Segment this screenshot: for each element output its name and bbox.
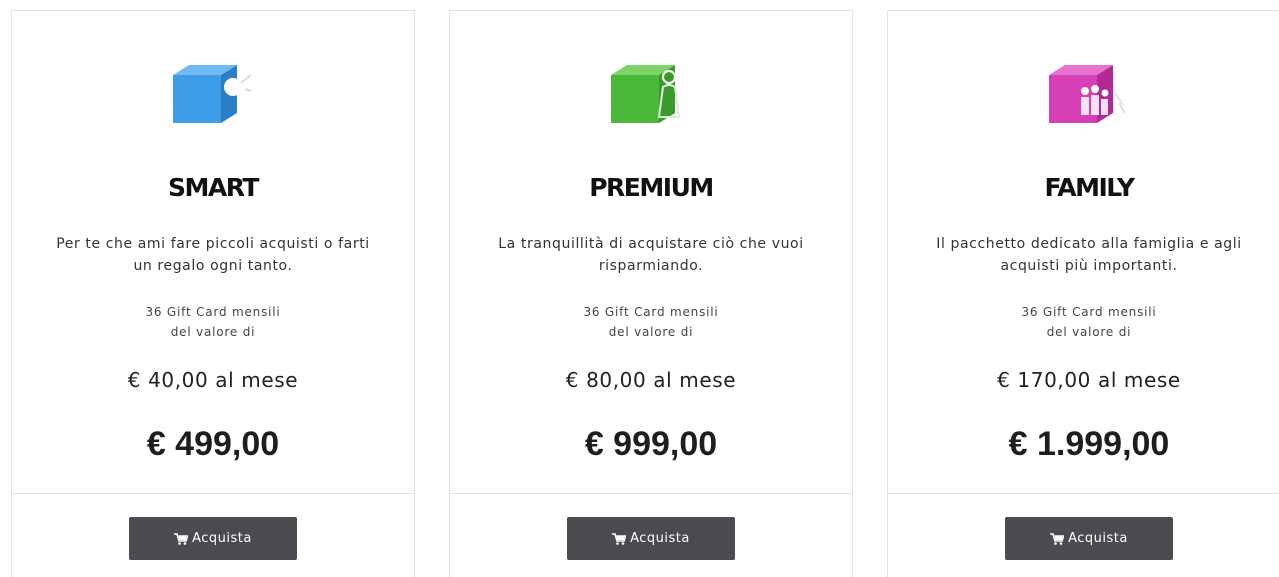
description-line: La tranquillità di acquistare ciò che vu… [498,236,804,252]
divider [450,493,852,494]
gift-line: del valore di [608,325,694,339]
description-line: un regalo ogni tanto. [133,258,293,274]
cart-icon [612,532,627,545]
gift-line: del valore di [1046,325,1132,339]
cart-icon [174,532,189,545]
divider [12,493,414,494]
plan-card-smart: SMART Per te che ami fare piccoli acquis… [11,10,415,577]
gift-card-info: 36 Gift Card mensili del valore di [888,302,1279,342]
buy-button-family[interactable]: Acquista [1005,517,1173,560]
buy-button-label: Acquista [192,531,252,546]
monthly-value: € 170,00 al mese [997,368,1181,392]
plan-card-premium: PREMIUM La tranquillità di acquistare ci… [449,10,853,577]
divider [888,493,1279,494]
gift-line: del valore di [170,325,256,339]
plan-description: La tranquillità di acquistare ciò che vu… [460,233,842,277]
description-line: Per te che ami fare piccoli acquisti o f… [56,236,370,252]
smart-logo: SMART [12,63,414,202]
monthly-value: € 40,00 al mese [127,368,299,392]
plan-price: € 1.999,00 [1008,425,1170,463]
description-line: Il pacchetto dedicato alla famiglia e ag… [936,236,1242,252]
description-line: risparmiando. [598,258,704,274]
premium-cube-icon [611,65,681,123]
smart-cube-icon [173,65,252,123]
gift-card-info: 36 Gift Card mensili del valore di [12,302,414,342]
plan-description: Il pacchetto dedicato alla famiglia e ag… [898,233,1279,277]
monthly-value: € 80,00 al mese [565,368,737,392]
buy-button-label: Acquista [630,531,690,546]
plan-name: SMART [168,173,259,202]
premium-logo: PREMIUM [450,63,852,202]
gift-line: 36 Gift Card mensili [145,305,281,319]
buy-button-premium[interactable]: Acquista [567,517,735,560]
cart-icon [1050,532,1065,545]
plan-description: Per te che ami fare piccoli acquisti o f… [22,233,404,277]
plan-name: PREMIUM [589,173,714,202]
plan-card-family: FAMILY Il pacchetto dedicato alla famigl… [887,10,1279,577]
buy-button-smart[interactable]: Acquista [129,517,297,560]
plan-name: FAMILY [1044,173,1135,202]
gift-card-info: 36 Gift Card mensili del valore di [450,302,852,342]
plan-price: € 999,00 [584,425,718,463]
gift-line: 36 Gift Card mensili [583,305,719,319]
description-line: acquisti più importanti. [1000,258,1178,274]
family-cube-icon [1049,65,1126,123]
family-logo: FAMILY [888,63,1279,202]
gift-line: 36 Gift Card mensili [1021,305,1157,319]
buy-button-label: Acquista [1068,531,1128,546]
plan-price: € 499,00 [146,425,280,463]
